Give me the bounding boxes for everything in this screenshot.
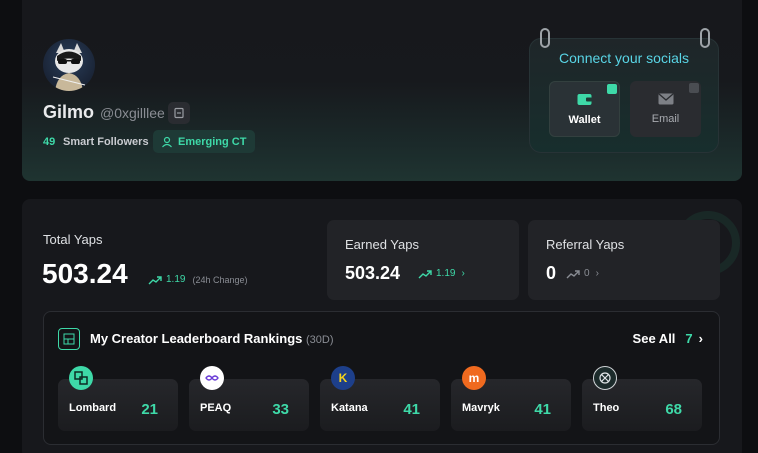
smart-followers-count: 49 bbox=[43, 136, 56, 148]
mavryk-logo-icon: m bbox=[462, 366, 486, 390]
leaderboard-item-name: Theo bbox=[593, 402, 620, 414]
trend-up-icon bbox=[418, 269, 432, 278]
leaderboard-item-name: Katana bbox=[331, 402, 368, 414]
yaps-stats-card: Total Yaps 503.24 1.19 (24h Change) Earn… bbox=[22, 199, 742, 453]
leaderboard-item-peaq[interactable]: PEAQ 33 bbox=[189, 366, 309, 431]
leaderboard-item-name: Mavryk bbox=[462, 402, 500, 414]
check-icon bbox=[689, 83, 699, 93]
trend-up-icon bbox=[148, 275, 162, 284]
leaderboard-item-rank: 68 bbox=[665, 401, 682, 418]
leaderboard-rankings: My Creator Leaderboard Rankings (30D) Se… bbox=[43, 311, 720, 445]
earned-change[interactable]: 1.19 › bbox=[418, 268, 465, 279]
total-yaps-value: 503.24 bbox=[42, 258, 128, 289]
exit-icon bbox=[174, 107, 184, 119]
leaderboard-icon bbox=[58, 328, 80, 350]
smart-followers-label: Smart Followers bbox=[63, 136, 149, 148]
lombard-logo-icon bbox=[69, 366, 93, 390]
see-all-button[interactable]: See All 7 › bbox=[633, 331, 703, 346]
see-all-label: See All bbox=[632, 331, 676, 346]
logout-button[interactable] bbox=[168, 102, 190, 124]
check-icon bbox=[607, 84, 617, 94]
user-handle: @0xgilllee bbox=[100, 105, 165, 121]
leaderboard-item-lombard[interactable]: Lombard 21 bbox=[58, 366, 178, 431]
binder-ring bbox=[540, 28, 550, 48]
leaderboard-item-rank: 41 bbox=[534, 401, 551, 418]
badge-label: Emerging CT bbox=[178, 135, 247, 148]
email-label: Email bbox=[651, 113, 680, 125]
status-badge: Emerging CT bbox=[153, 130, 256, 153]
katana-logo-icon: K bbox=[331, 366, 355, 390]
wallet-button[interactable]: Wallet bbox=[549, 81, 620, 137]
email-button[interactable]: Email bbox=[630, 81, 701, 137]
total-change-value: 1.19 bbox=[166, 274, 186, 285]
socials-title: Connect your socials bbox=[559, 50, 689, 66]
leaderboard-item-mavryk[interactable]: m Mavryk 41 bbox=[451, 366, 571, 431]
wallet-icon bbox=[577, 93, 592, 105]
trend-up-icon bbox=[566, 269, 580, 278]
username: Gilmo bbox=[43, 102, 95, 122]
profile-card: Gilmo @0xgilllee 49 Smart Followers Emer… bbox=[22, 0, 742, 181]
referral-yaps-label: Referral Yaps bbox=[546, 237, 625, 252]
binder-ring bbox=[700, 28, 710, 48]
referral-yaps-card: Referral Yaps 0 0 › bbox=[528, 220, 720, 300]
total-change: 1.19 (24h Change) bbox=[148, 274, 248, 285]
earned-yaps-label: Earned Yaps bbox=[345, 237, 419, 252]
see-all-count: 7 bbox=[685, 331, 693, 346]
leaderboard-title: My Creator Leaderboard Rankings (30D) bbox=[90, 331, 334, 346]
leaderboard-item-rank: 41 bbox=[403, 401, 420, 418]
earned-yaps-card: Earned Yaps 503.24 1.19 › bbox=[327, 220, 519, 300]
earned-change-value: 1.19 bbox=[436, 268, 456, 279]
user-icon bbox=[162, 136, 172, 147]
referral-yaps-value: 0 bbox=[546, 263, 557, 283]
theo-logo-icon bbox=[593, 366, 617, 390]
connect-socials-card: Connect your socials Wallet Email bbox=[529, 28, 719, 153]
leaderboard-item-rank: 21 bbox=[141, 401, 158, 418]
total-yaps-label: Total Yaps bbox=[43, 232, 103, 247]
mail-icon bbox=[658, 93, 673, 105]
leaderboard-title-text: My Creator Leaderboard Rankings bbox=[90, 331, 303, 346]
leaderboard-item-name: PEAQ bbox=[200, 402, 232, 414]
earned-yaps-value: 503.24 bbox=[345, 263, 401, 283]
chevron-right-icon: › bbox=[461, 268, 465, 279]
leaderboard-item-theo[interactable]: Theo 68 bbox=[582, 366, 702, 431]
leaderboard-item-katana[interactable]: K Katana 41 bbox=[320, 366, 440, 431]
referral-change-value: 0 bbox=[584, 268, 590, 279]
peaq-logo-icon bbox=[200, 366, 224, 390]
leaderboard-period: (30D) bbox=[306, 334, 334, 346]
chevron-right-icon: › bbox=[698, 331, 703, 346]
avatar[interactable] bbox=[43, 39, 95, 91]
chevron-right-icon: › bbox=[595, 268, 599, 279]
wallet-label: Wallet bbox=[568, 113, 601, 126]
leaderboard-item-rank: 33 bbox=[272, 401, 289, 418]
total-change-note: (24h Change) bbox=[192, 274, 248, 285]
leaderboard-item-name: Lombard bbox=[69, 402, 117, 414]
referral-change[interactable]: 0 › bbox=[566, 268, 599, 279]
